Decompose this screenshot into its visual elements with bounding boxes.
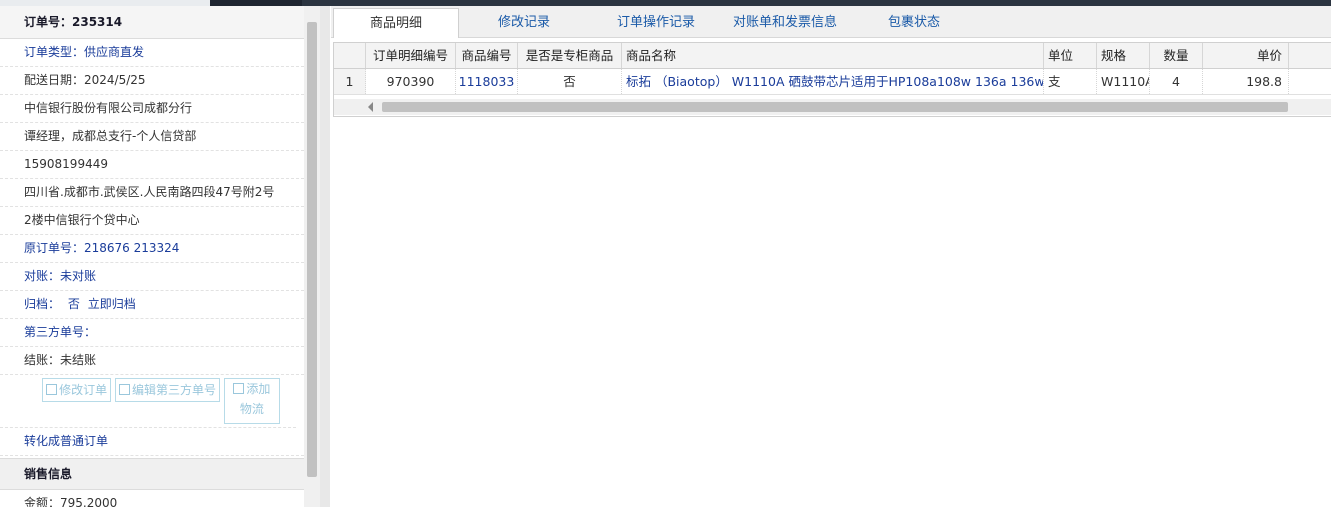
- contact-phone: 15908199449: [0, 151, 304, 179]
- edit-icon: [119, 384, 130, 395]
- delivery-date: 配送日期：2024/5/25: [0, 67, 304, 95]
- tab-package-status[interactable]: 包裹状态: [851, 8, 977, 37]
- header-quantity[interactable]: 数量: [1150, 43, 1203, 68]
- edit-order-label: 修改订单: [59, 383, 108, 397]
- tab-order-operation-log[interactable]: 订单操作记录: [591, 8, 721, 37]
- scrollbar-thumb[interactable]: [307, 22, 317, 477]
- cell-counter-product: 否: [518, 69, 622, 94]
- table-row[interactable]: 1 970390 1118033 否 标拓 （Biaotop） W1110A 硒…: [334, 69, 1331, 95]
- add-logistics-label: 添加物流: [239, 382, 271, 416]
- cell-product-number-link[interactable]: 1118033: [456, 69, 518, 94]
- cell-quantity: 4: [1150, 69, 1203, 94]
- header-product-name[interactable]: 商品名称: [622, 43, 1044, 68]
- archive-value: 否: [67, 297, 80, 311]
- detail-panel: 商品明细 修改记录 订单操作记录 对账单和发票信息 包裹状态 订单明细编号 商品…: [331, 6, 1331, 507]
- archive-row: 归档： 否 立即归档: [0, 291, 304, 319]
- address-line-1: 四川省.成都市.武侯区.人民南路四段47号附2号: [0, 179, 304, 207]
- header-row-number: [334, 43, 366, 68]
- archive-label: 归档：: [24, 297, 61, 311]
- contact-name: 谭经理，成都总支行-个人信贷部: [0, 123, 304, 151]
- header-unit-price[interactable]: 单价: [1203, 43, 1289, 68]
- cell-unit: 支: [1044, 69, 1097, 94]
- convert-to-normal-order-link[interactable]: 转化成普通订单: [0, 428, 304, 456]
- original-order-number: 原订单号：218676 213324: [0, 235, 304, 263]
- header-detail-number[interactable]: 订单明细编号: [366, 43, 456, 68]
- edit-icon: [233, 383, 245, 394]
- cell-product-name-link[interactable]: 标拓 （Biaotop） W1110A 硒鼓带芯片适用于HP108a108w 1…: [622, 69, 1044, 94]
- order-type: 订单类型：供应商直发: [0, 39, 304, 67]
- reconcile-status: 对账：未对账: [0, 263, 304, 291]
- cell-detail-number: 970390: [366, 69, 456, 94]
- header-product-number[interactable]: 商品编号: [456, 43, 518, 68]
- tab-bar: 商品明细 修改记录 订单操作记录 对账单和发票信息 包裹状态: [331, 6, 1331, 38]
- amount: 金额：795.2000: [0, 490, 304, 507]
- header-spec[interactable]: 规格: [1097, 43, 1150, 68]
- product-table: 订单明细编号 商品编号 是否是专柜商品 商品名称 单位 规格 数量 单价 1 9…: [333, 42, 1331, 117]
- action-buttons: 修改订单 编辑第三方单号 添加物流: [0, 375, 296, 428]
- third-party-number: 第三方单号：: [0, 319, 304, 347]
- order-number: 订单号：235314: [0, 6, 304, 39]
- tab-statement-invoice[interactable]: 对账单和发票信息: [723, 8, 847, 37]
- address-line-2: 2楼中信银行个贷中心: [0, 207, 304, 235]
- company-name: 中信银行股份有限公司成都分行: [0, 95, 304, 123]
- tab-modification-log[interactable]: 修改记录: [461, 8, 587, 37]
- edit-third-party-label: 编辑第三方单号: [132, 383, 217, 397]
- settlement-status: 结账：未结账: [0, 347, 304, 375]
- scroll-left-icon[interactable]: [368, 102, 373, 112]
- table-horizontal-scrollbar[interactable]: [334, 99, 1331, 115]
- horizontal-scrollbar-thumb[interactable]: [382, 102, 1288, 112]
- tab-product-details[interactable]: 商品明细: [333, 8, 459, 38]
- edit-icon: [46, 384, 58, 395]
- cell-unit-price: 198.8: [1203, 69, 1289, 94]
- cell-row-number: 1: [334, 69, 366, 94]
- edit-third-party-button[interactable]: 编辑第三方单号: [115, 378, 221, 402]
- header-counter-product[interactable]: 是否是专柜商品: [518, 43, 622, 68]
- sales-info-header: 销售信息: [0, 458, 304, 490]
- order-info-panel: 订单号：235314 订单类型：供应商直发 配送日期：2024/5/25 中信银…: [0, 6, 305, 507]
- left-panel-scrollbar[interactable]: [304, 6, 320, 507]
- table-header: 订单明细编号 商品编号 是否是专柜商品 商品名称 单位 规格 数量 单价: [334, 43, 1331, 69]
- panel-divider: [320, 6, 330, 507]
- cell-spec: W1110A: [1097, 69, 1150, 94]
- add-logistics-button[interactable]: 添加物流: [223, 378, 280, 424]
- archive-now-link[interactable]: 立即归档: [88, 297, 136, 311]
- header-unit[interactable]: 单位: [1044, 43, 1097, 68]
- edit-order-button[interactable]: 修改订单: [42, 378, 112, 402]
